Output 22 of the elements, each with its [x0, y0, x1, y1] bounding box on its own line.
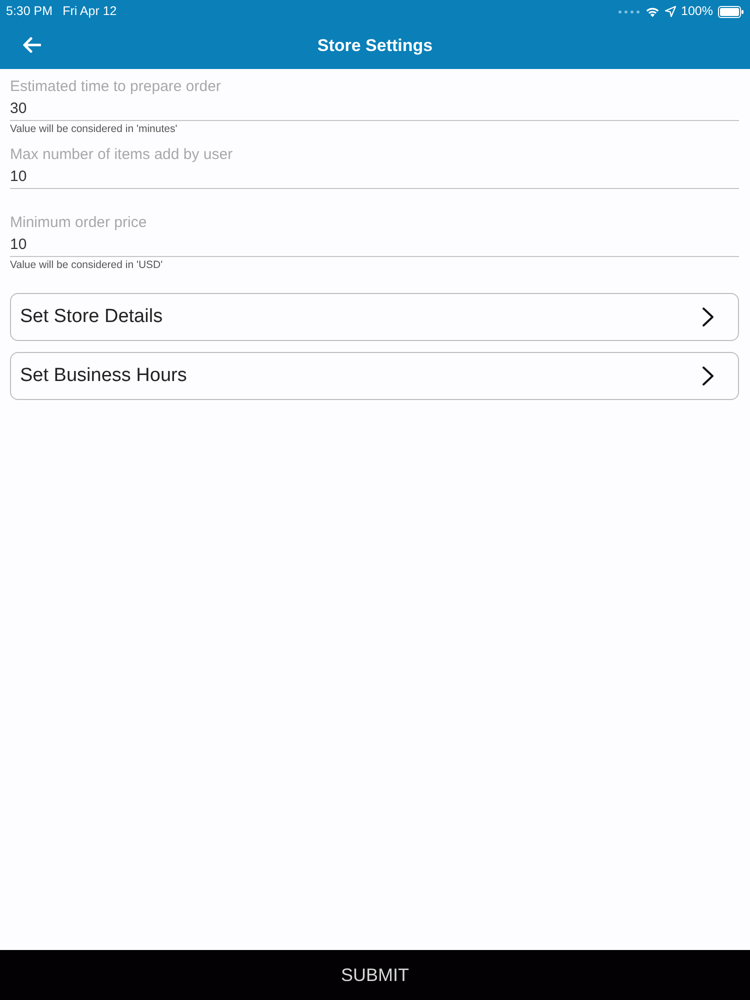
signal-dots-icon: [618, 10, 640, 14]
page-title: Store Settings: [317, 35, 433, 58]
input-field[interactable]: 10: [10, 167, 739, 189]
wifi-icon: [645, 6, 660, 17]
battery-icon: [718, 6, 744, 18]
submit-button[interactable]: SUBMIT: [0, 950, 750, 1000]
back-arrow-icon: [23, 37, 41, 53]
field-hint: Value will be considered in 'USD': [10, 259, 163, 272]
status-date: Fri Apr 12: [62, 3, 117, 20]
settings-link-button[interactable]: Set Store Details: [10, 293, 739, 341]
field-label: Estimated time to prepare order: [10, 78, 221, 96]
field-label: Max number of items add by user: [10, 146, 233, 164]
input-field[interactable]: 10: [10, 235, 739, 257]
settings-link-button[interactable]: Set Business Hours: [10, 352, 739, 400]
chevron-right-icon: [702, 307, 714, 327]
battery-percentage: 100%: [681, 3, 713, 20]
location-arrow-icon: [665, 6, 676, 17]
chevron-right-icon: [702, 366, 714, 386]
field-hint: Value will be considered in 'minutes': [10, 123, 178, 136]
input-field[interactable]: 30: [10, 99, 739, 121]
status-time: 5:30 PM: [6, 3, 53, 20]
field-label: Minimum order price: [10, 214, 147, 232]
